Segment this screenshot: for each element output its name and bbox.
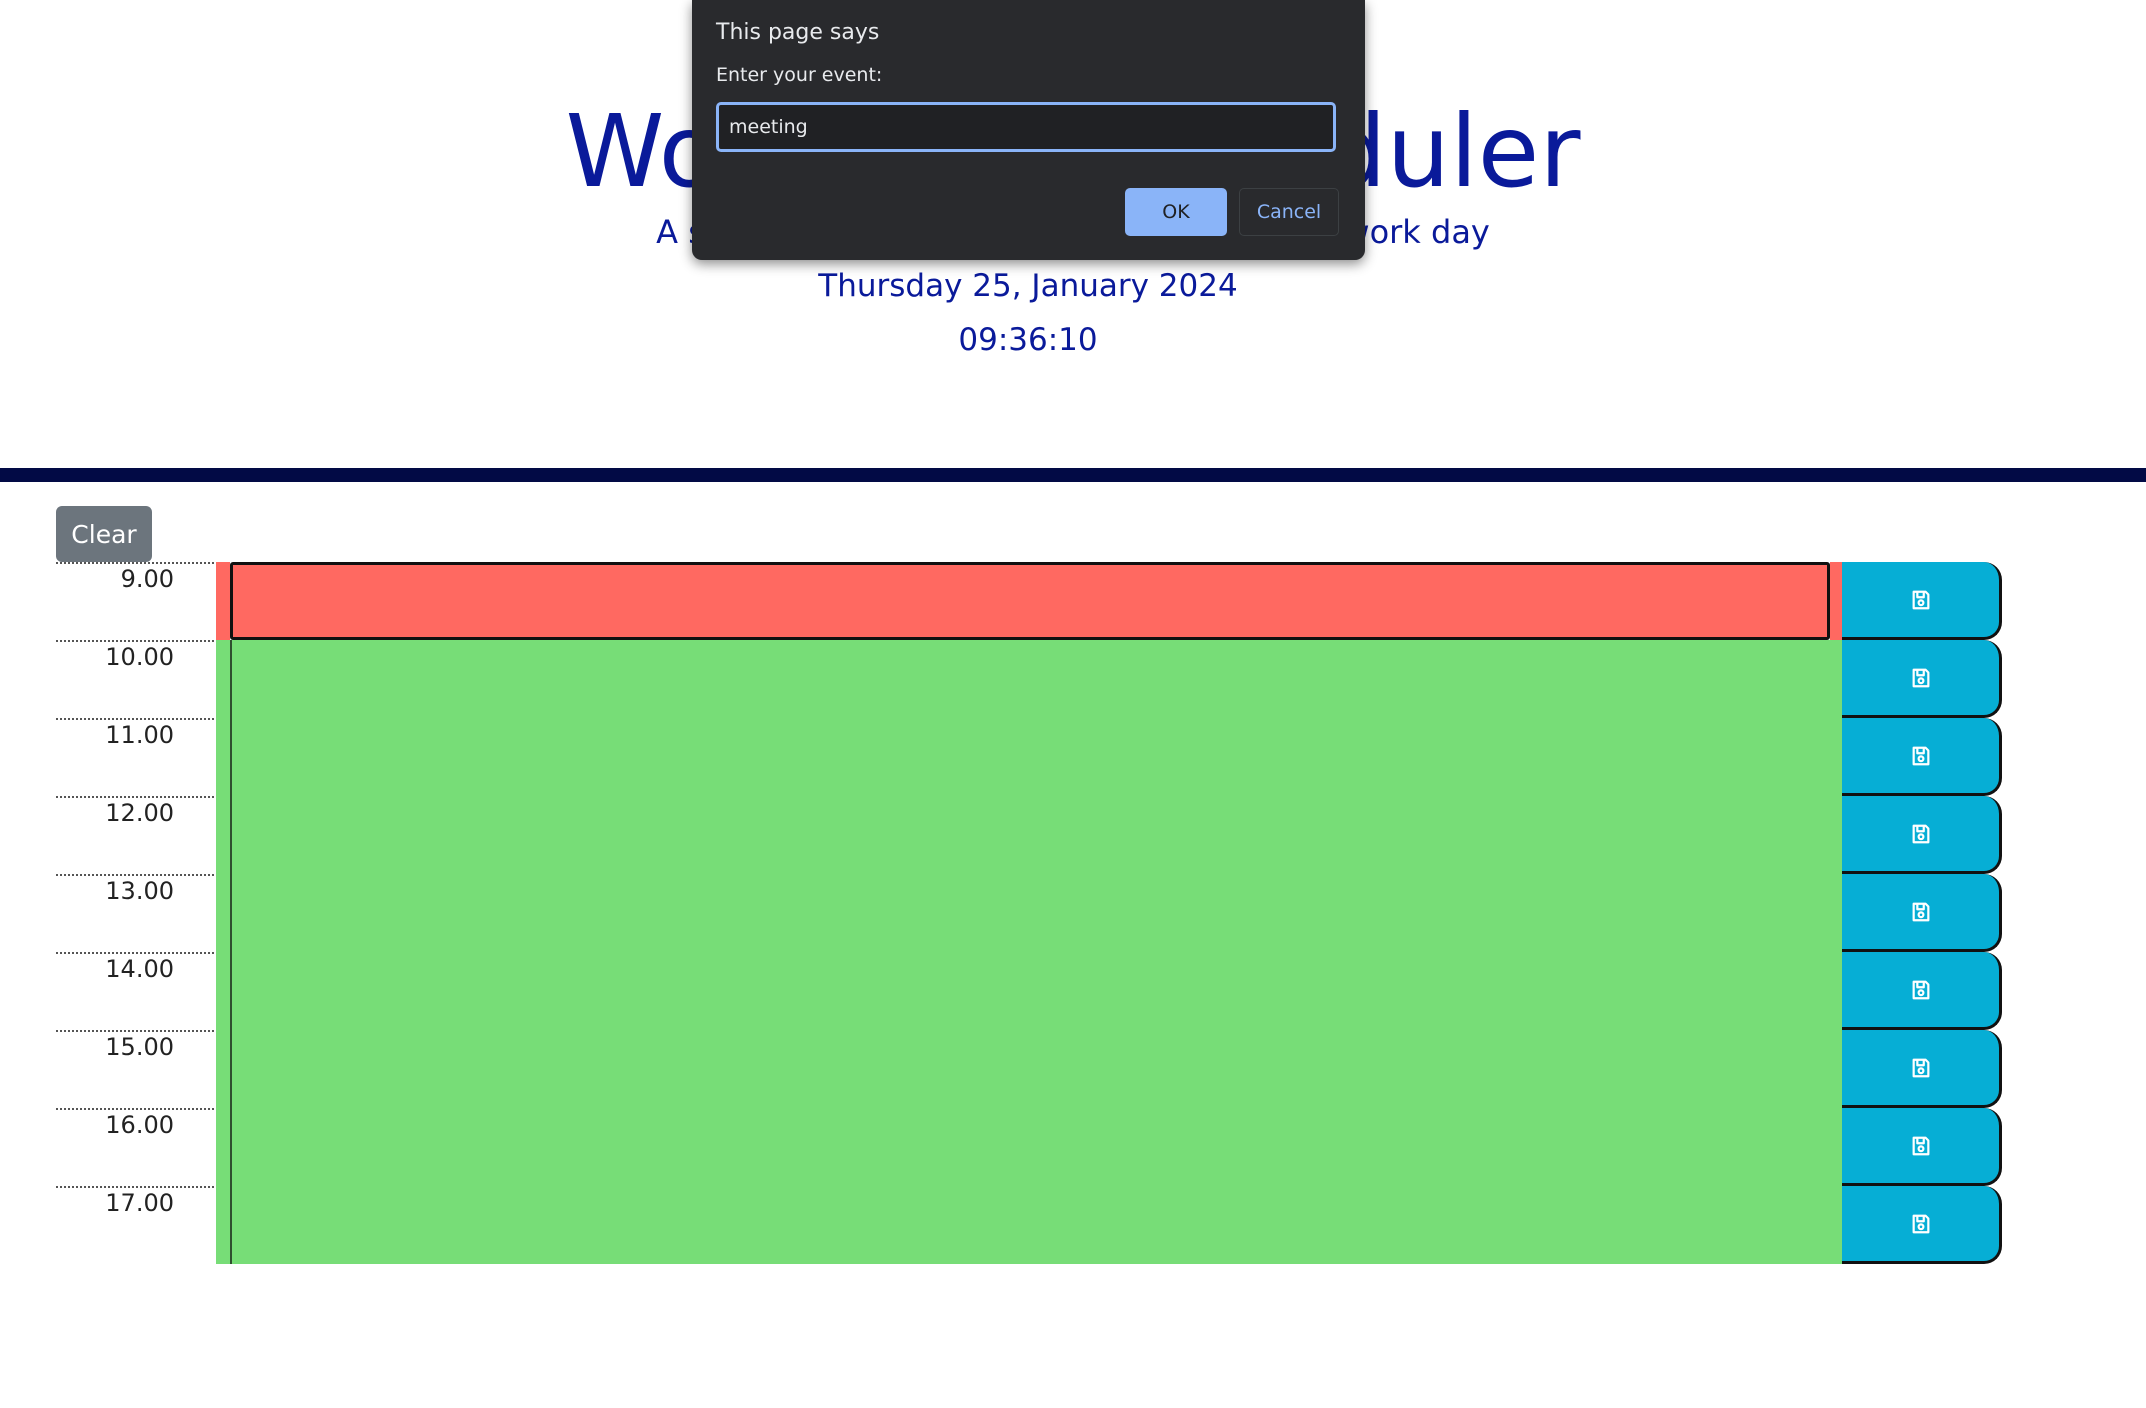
save-button[interactable] xyxy=(1842,562,2002,640)
event-textarea[interactable] xyxy=(230,1186,1842,1264)
dialog-message: Enter your event: xyxy=(716,64,883,86)
save-button[interactable] xyxy=(1842,718,2002,796)
save-button[interactable] xyxy=(1842,1030,2002,1108)
floppy-disk-icon xyxy=(1910,1213,1932,1235)
event-textarea[interactable] xyxy=(230,1030,1842,1108)
schedule-row: 12.00 xyxy=(56,796,2002,874)
hour-label: 17.00 xyxy=(56,1186,214,1264)
event-textarea[interactable] xyxy=(230,796,1842,874)
schedule-row: 10.00 xyxy=(56,640,2002,718)
event-textarea[interactable] xyxy=(230,718,1842,796)
save-button[interactable] xyxy=(1842,796,2002,874)
time-status-stripe xyxy=(216,1030,230,1108)
schedule-row: 16.00 xyxy=(56,1108,2002,1186)
floppy-disk-icon xyxy=(1910,1057,1932,1079)
floppy-disk-icon xyxy=(1910,901,1932,923)
event-textarea[interactable] xyxy=(230,1108,1842,1186)
schedule-row: 13.00 xyxy=(56,874,2002,952)
hour-label: 10.00 xyxy=(56,640,214,718)
event-textarea[interactable] xyxy=(230,640,1842,718)
floppy-disk-icon xyxy=(1910,979,1932,1001)
save-button[interactable] xyxy=(1842,952,2002,1030)
save-button[interactable] xyxy=(1842,1186,2002,1264)
hour-label: 14.00 xyxy=(56,952,214,1030)
floppy-disk-icon xyxy=(1910,745,1932,767)
time-status-stripe xyxy=(216,562,230,640)
time-status-stripe xyxy=(216,640,230,718)
save-button[interactable] xyxy=(1842,1108,2002,1186)
schedule-rows: 9.00 10.00 11.00 12.00 13.00 14.00 15.00 16.00 1… xyxy=(56,562,2002,1264)
prompt-dialog: This page says Enter your event: OK Canc… xyxy=(692,0,1365,260)
dialog-cancel-button[interactable]: Cancel xyxy=(1239,188,1339,236)
clear-button[interactable]: Clear xyxy=(56,506,152,562)
hour-label: 11.00 xyxy=(56,718,214,796)
time-status-edge xyxy=(1830,562,1842,640)
schedule-row: 17.00 xyxy=(56,1186,2002,1264)
dialog-ok-button[interactable]: OK xyxy=(1125,188,1227,236)
floppy-disk-icon xyxy=(1910,823,1932,845)
time-status-stripe xyxy=(216,952,230,1030)
dialog-title: This page says xyxy=(716,20,880,45)
hour-label: 9.00 xyxy=(56,562,214,640)
floppy-disk-icon xyxy=(1910,667,1932,689)
hour-label: 12.00 xyxy=(56,796,214,874)
time-status-stripe xyxy=(216,1186,230,1264)
dialog-event-input[interactable] xyxy=(716,102,1336,152)
hour-label: 15.00 xyxy=(56,1030,214,1108)
schedule-row: 15.00 xyxy=(56,1030,2002,1108)
floppy-disk-icon xyxy=(1910,589,1932,611)
schedule-row: 11.00 xyxy=(56,718,2002,796)
time-status-stripe xyxy=(216,718,230,796)
floppy-disk-icon xyxy=(1910,1135,1932,1157)
header-divider xyxy=(0,468,2146,482)
time-status-stripe xyxy=(216,874,230,952)
time-status-stripe xyxy=(216,1108,230,1186)
hour-label: 16.00 xyxy=(56,1108,214,1186)
schedule-row: 9.00 xyxy=(56,562,2002,640)
event-textarea[interactable] xyxy=(230,952,1842,1030)
current-time: 09:36:10 xyxy=(958,322,1098,358)
schedule-row: 14.00 xyxy=(56,952,2002,1030)
event-textarea[interactable] xyxy=(230,874,1842,952)
current-date: Thursday 25, January 2024 xyxy=(818,268,1238,304)
event-textarea[interactable] xyxy=(230,562,1830,640)
save-button[interactable] xyxy=(1842,640,2002,718)
time-status-stripe xyxy=(216,796,230,874)
hour-label: 13.00 xyxy=(56,874,214,952)
save-button[interactable] xyxy=(1842,874,2002,952)
